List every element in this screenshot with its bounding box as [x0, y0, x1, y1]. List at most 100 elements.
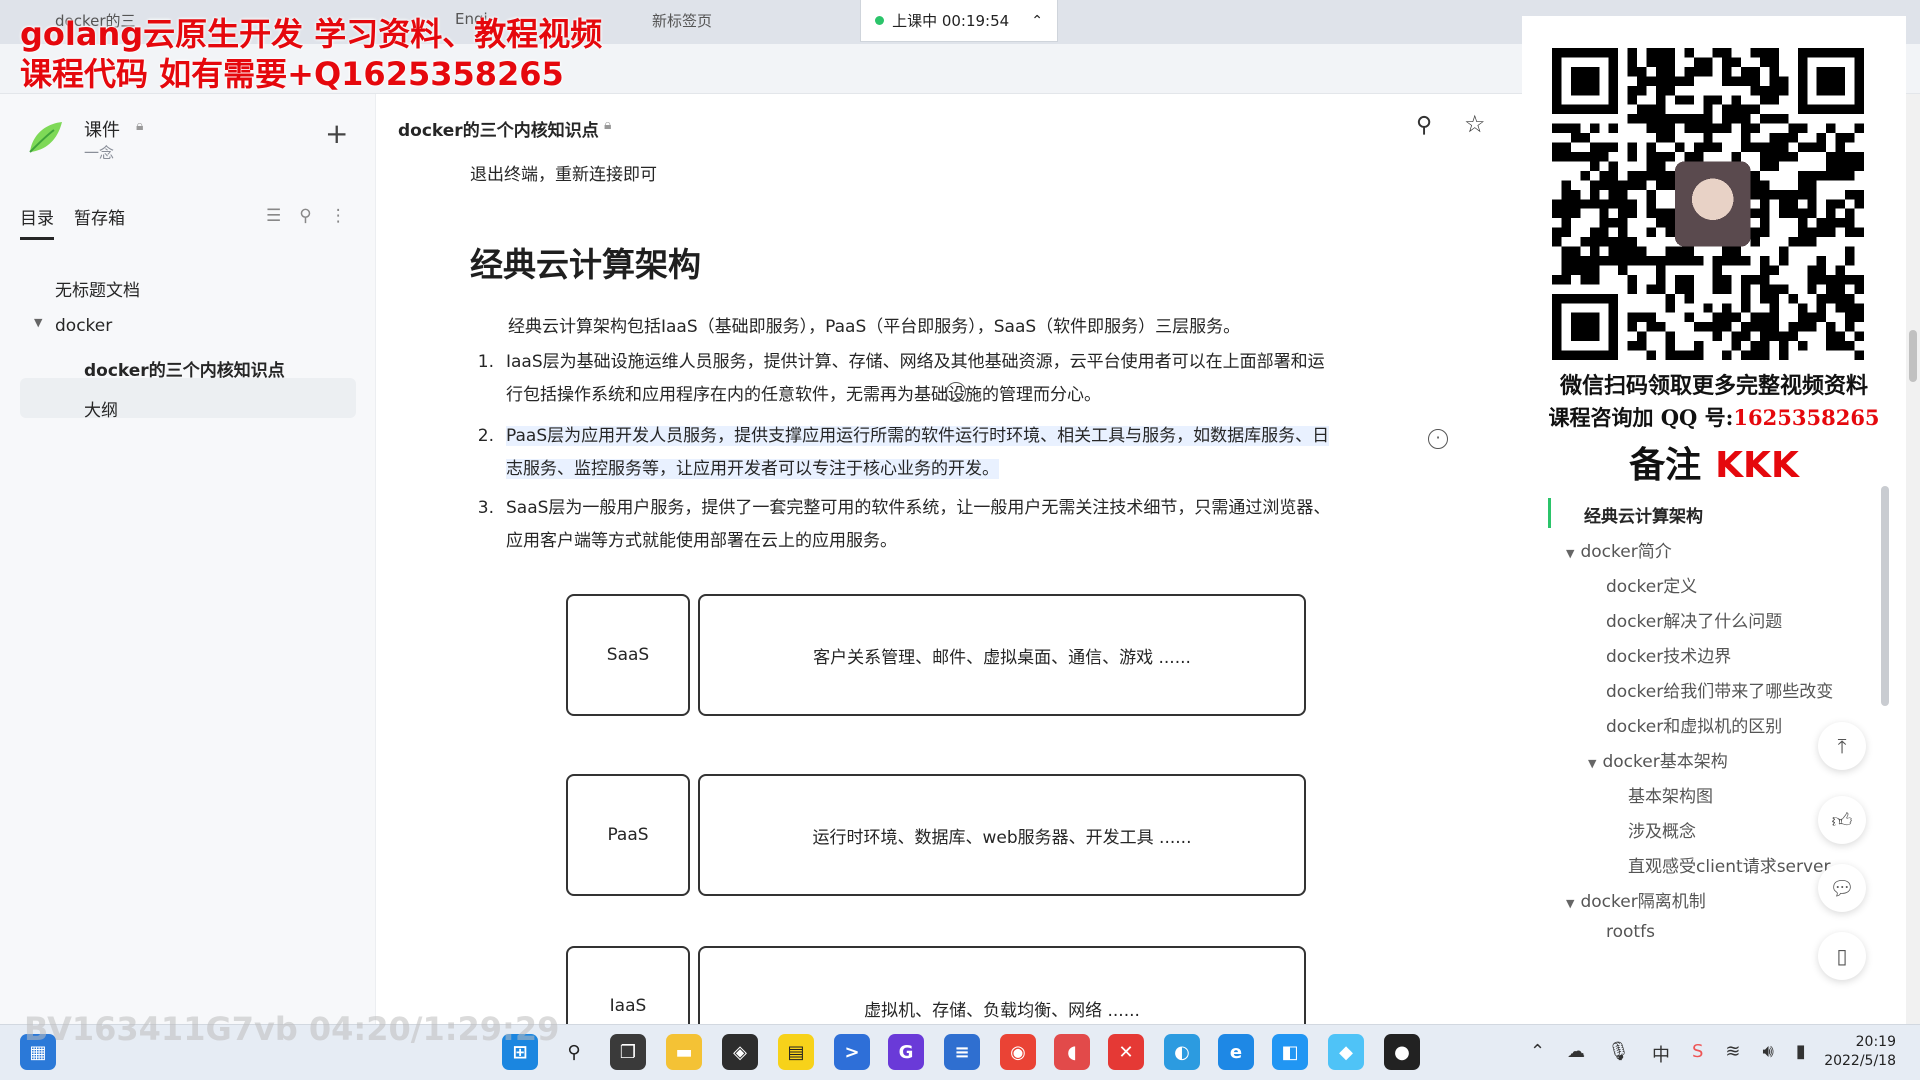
outline-item[interactable]: 经典云计算架构 [1584, 502, 1703, 527]
chrome-icon[interactable]: ◉ [1000, 1034, 1036, 1070]
outline-item-label: docker定义 [1606, 577, 1698, 597]
app-red-icon[interactable]: ◖ [1054, 1034, 1090, 1070]
qr-caption-3: 备注 KKK [1522, 436, 1906, 488]
outline-item[interactable]: docker解决了什么问题 [1606, 607, 1782, 632]
mobile-icon[interactable]: ▯ [1818, 932, 1866, 980]
tree-item-outline[interactable]: 大纲 [84, 396, 118, 421]
promo-line-2: 课程代码 如有需要+Q1625358265 [20, 55, 564, 93]
virtualbox-icon[interactable]: ◈ [722, 1034, 758, 1070]
comment-icon[interactable]: 💬︎ [1818, 864, 1866, 912]
heading-classic-cloud-architecture: 经典云计算架构 [470, 245, 701, 284]
search-icon[interactable]: ⚲ [556, 1034, 592, 1070]
outline-item[interactable]: docker和虚拟机的区别 [1606, 712, 1782, 737]
outline-item[interactable]: 直观感受client请求server [1628, 852, 1831, 877]
outline-item-label: docker基本架构 [1602, 752, 1728, 772]
outline-item[interactable]: ▼ docker简介 [1566, 537, 1672, 562]
tree-selection-highlight [20, 378, 356, 418]
search-icon[interactable]: ⚲ [1416, 113, 1432, 138]
comment-icon[interactable]: · [1428, 429, 1448, 449]
lock-icon: 🔒︎ [604, 117, 612, 133]
outline-item[interactable]: ▼ docker基本架构 [1588, 747, 1728, 772]
like-icon[interactable]: 👍︎ [1818, 796, 1866, 844]
video-watermark: BV163411G7vb 04:20/1:29:29 [24, 1010, 560, 1048]
terminal-icon[interactable]: > [834, 1034, 870, 1070]
remote-desktop-icon[interactable]: ◧ [1272, 1034, 1308, 1070]
outline-item-label: 涉及概念 [1628, 822, 1696, 842]
outline-item[interactable]: ▼ docker隔离机制 [1566, 887, 1706, 912]
goland-icon[interactable]: G [888, 1034, 924, 1070]
outline-item-label: docker和虚拟机的区别 [1606, 717, 1783, 737]
outline-item[interactable]: 基本架构图 [1628, 782, 1713, 807]
cloud-icon[interactable]: ☁ [1567, 1041, 1585, 1067]
page-scrollbar[interactable] [1906, 94, 1920, 1024]
comment-icon[interactable]: · [946, 382, 966, 402]
caret-down-icon[interactable]: ▼ [1566, 547, 1574, 560]
edge-icon[interactable]: e [1218, 1034, 1254, 1070]
outline-item[interactable]: docker给我们带来了哪些改变 [1606, 677, 1833, 702]
outline-item-label: docker简介 [1580, 542, 1672, 562]
knowledge-base-title[interactable]: 课件 [84, 116, 120, 142]
qr-promo-panel: 微信扫码领取更多完整视频资料 课程咨询加 QQ 号:1625358265 备注 K… [1522, 16, 1906, 486]
tree-item-docker[interactable]: docker [55, 316, 112, 336]
paragraph-intro: 经典云计算架构包括IaaS（基础即服务），PaaS（平台即服务），SaaS（软件… [508, 317, 1241, 337]
qr-caption-1: 微信扫码领取更多完整视频资料 [1559, 373, 1868, 399]
tree-item-current-doc[interactable]: docker的三个内核知识点 [84, 356, 285, 381]
qr-caption-2-qq: 1625358265 [1733, 405, 1880, 430]
browser-tab-new-tab[interactable]: 新标签页 [652, 10, 712, 31]
caret-down-icon[interactable]: ▼ [1588, 757, 1596, 770]
list-view-icon[interactable]: ☰ [266, 206, 281, 226]
chevron-up-icon[interactable]: ⌃ [1031, 13, 1043, 29]
app-dark-icon[interactable]: ● [1384, 1034, 1420, 1070]
tab-catalog[interactable]: 目录 [20, 204, 54, 240]
caret-down-icon[interactable]: ▼ [1566, 897, 1574, 910]
microphone-icon[interactable]: 🎙︎ [1607, 1041, 1630, 1067]
task-view-icon[interactable]: ❐ [610, 1034, 646, 1070]
class-status-pill[interactable]: 上课中 00:19:54 ⌃ [860, 0, 1058, 42]
search-icon[interactable]: ⚲ [299, 206, 311, 226]
outline-item[interactable]: docker定义 [1606, 572, 1697, 597]
chevron-up-icon[interactable]: ⌃ [1530, 1041, 1545, 1067]
outline-active-indicator [1548, 498, 1551, 528]
system-tray: ⌃ ☁ 🎙︎ 中 S ≋ 🔊︎ ▮ [1530, 1041, 1806, 1067]
outline-item[interactable]: rootfs [1606, 922, 1655, 942]
sticky-notes-icon[interactable]: ▤ [778, 1034, 814, 1070]
list-number: 3. [477, 498, 494, 518]
notepad-icon[interactable]: ≡ [944, 1034, 980, 1070]
outline-item-label: docker隔离机制 [1580, 892, 1706, 912]
diagram-saas-label-box: SaaS [566, 594, 690, 716]
app-blue-icon[interactable]: ◐ [1164, 1034, 1200, 1070]
speaker-icon[interactable]: 🔊︎ [1762, 1041, 1773, 1067]
sidebar-tools: ☰ ⚲ ⋮ [266, 206, 347, 226]
list-number: 1. [477, 352, 494, 372]
qr-code-icon [1552, 48, 1864, 360]
outline-item[interactable]: 涉及概念 [1628, 817, 1696, 842]
clock[interactable]: 20:19 2022/5/18 [1822, 1033, 1896, 1071]
back-to-top-icon[interactable]: ⤒ [1818, 722, 1866, 770]
diagram-paas-desc-box: 运行时环境、数据库、web服务器、开发工具 ...... [698, 774, 1306, 896]
live-dot-icon [875, 16, 885, 25]
more-icon[interactable]: ⋮ [330, 206, 347, 226]
tab-drafts[interactable]: 暂存箱 [74, 204, 125, 240]
feishu-icon[interactable]: ◆ [1328, 1034, 1364, 1070]
outline-scrollbar[interactable] [1880, 486, 1890, 956]
file-explorer-icon[interactable]: ▬ [666, 1034, 702, 1070]
tree-item-untitled[interactable]: 无标题文档 [55, 276, 140, 301]
promo-overlay: golang云原生开发 学习资料、教程视频 课程代码 如有需要+Q1625358… [20, 14, 602, 94]
battery-icon[interactable]: ▮ [1796, 1041, 1806, 1067]
caret-down-icon[interactable]: ▼ [34, 316, 42, 329]
qr-caption-2-prefix: 课程咨询加 QQ 号: [1548, 405, 1734, 430]
diagram-iaas-desc-box: 虚拟机、存储、负载均衡、网络 ...... [698, 946, 1306, 1024]
outline-item-label: 直观感受client请求server [1628, 857, 1831, 877]
star-icon[interactable]: ☆ [1464, 110, 1486, 138]
outline-item-label: docker给我们带来了哪些改变 [1606, 682, 1834, 702]
clock-time: 20:19 [1855, 1034, 1896, 1050]
wifi-icon[interactable]: ≋ [1725, 1041, 1740, 1067]
promo-line-1: golang云原生开发 学习资料、教程视频 [20, 15, 603, 53]
input-method-icon[interactable]: 中 [1652, 1041, 1670, 1067]
knowledge-base-logo-icon [29, 122, 62, 153]
xmind-icon[interactable]: ✕ [1108, 1034, 1144, 1070]
add-icon[interactable]: + [325, 120, 348, 148]
outline-item[interactable]: docker技术边界 [1606, 642, 1731, 667]
app-tray-icon[interactable]: S [1692, 1041, 1703, 1067]
list-line: IaaS层为基础设施运维人员服务，提供计算、存储、网络及其他基础资源，云平台使用… [506, 352, 1325, 372]
